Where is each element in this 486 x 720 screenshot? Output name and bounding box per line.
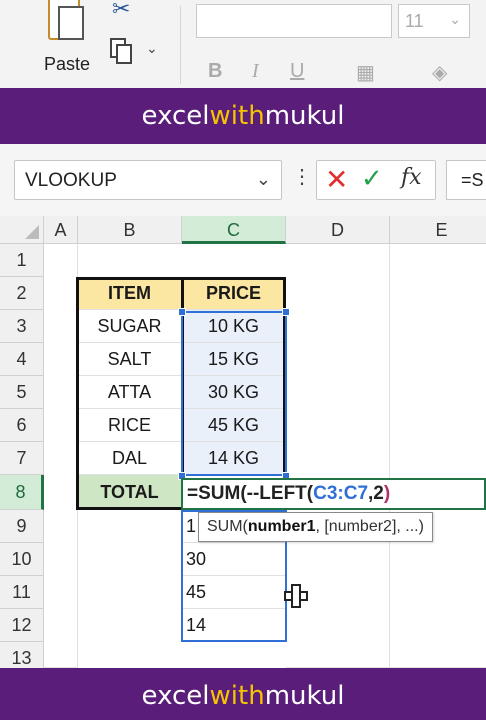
copy-icon[interactable] (110, 38, 136, 66)
cell-c10[interactable]: 30 (182, 543, 286, 576)
font-size-dropdown[interactable]: 11 ⌄ (398, 4, 470, 38)
formula-text: =S (461, 170, 484, 190)
row-header-6[interactable]: 6 (0, 409, 44, 442)
column-header-a[interactable]: A (44, 216, 78, 244)
cell-b3[interactable]: SUGAR (78, 310, 182, 343)
chevron-down-icon: ⌄ (449, 11, 461, 27)
row-header-11[interactable]: 11 (0, 576, 44, 609)
cell-c4[interactable]: 15 KG (182, 343, 286, 376)
ribbon-divider (180, 6, 181, 84)
cell-c5[interactable]: 30 KG (182, 376, 286, 409)
formula-bar: VLOOKUP ⌄ ⋮ ✕ ✓ fx =S (0, 144, 486, 216)
scissors-icon[interactable]: ✂ (112, 0, 134, 20)
clipboard-icon (48, 0, 84, 40)
cell-b5[interactable]: ATTA (78, 376, 182, 409)
brand-prefix: excel (141, 101, 210, 131)
italic-icon[interactable]: I (252, 60, 259, 83)
row-header-7[interactable]: 7 (0, 442, 44, 475)
cell-b6[interactable]: RICE (78, 409, 182, 442)
cell-cursor-icon (284, 584, 308, 608)
row-header-2[interactable]: 2 (0, 277, 44, 310)
cell-c12[interactable]: 14 (182, 609, 286, 642)
brand-suffix: mukul (264, 101, 345, 131)
worksheet-grid[interactable]: A B C D E 1 2 3 4 5 6 7 8 9 10 11 12 13 … (0, 216, 486, 668)
cell-b2[interactable]: ITEM (78, 277, 182, 310)
paste-label: Paste (44, 54, 91, 74)
borders-icon[interactable]: ▦ (356, 60, 375, 85)
cell-c3[interactable]: 10 KG (182, 310, 286, 343)
cell-c7[interactable]: 14 KG (182, 442, 286, 475)
cell-c2[interactable]: PRICE (182, 277, 286, 310)
row-header-9[interactable]: 9 (0, 510, 44, 543)
brand-highlight: with (209, 101, 265, 131)
select-all-button[interactable] (0, 216, 44, 244)
formula-close-paren: ) (383, 483, 391, 504)
brand-banner-top: excelwithmukul (0, 88, 486, 144)
enter-icon[interactable]: ✓ (361, 163, 383, 194)
paste-button[interactable]: Paste (38, 0, 98, 84)
column-header-e[interactable]: E (390, 216, 486, 244)
row-header-3[interactable]: 3 (0, 310, 44, 343)
cell-c11[interactable]: 45 (182, 576, 286, 609)
name-box[interactable]: VLOOKUP ⌄ (14, 160, 282, 200)
row-header-1[interactable]: 1 (0, 244, 44, 277)
cell-b8[interactable]: TOTAL (78, 475, 182, 510)
ribbon: Paste ✂ ⌄ 11 ⌄ B I U ▦ ◈ (0, 0, 486, 88)
formula-part-1: =SUM(--LEFT( (187, 483, 314, 504)
column-header-b[interactable]: B (78, 216, 182, 244)
brand-highlight: with (209, 681, 265, 711)
tooltip-rest: , [number2], ...) (315, 518, 424, 535)
formula-buttons: ✕ ✓ fx (316, 160, 436, 200)
underline-icon[interactable]: U (290, 60, 304, 83)
column-a-cells[interactable] (44, 244, 78, 668)
brand-prefix: excel (141, 681, 210, 711)
brand-banner-bottom: excelwithmukul (0, 668, 486, 720)
row-header-13[interactable]: 13 (0, 642, 44, 668)
chevron-down-icon[interactable]: ⌄ (256, 169, 271, 190)
font-name-dropdown[interactable] (196, 4, 392, 38)
cell-c6[interactable]: 45 KG (182, 409, 286, 442)
name-box-value: VLOOKUP (25, 170, 117, 191)
column-e-cells[interactable] (390, 244, 486, 668)
range-handle-top-left[interactable] (178, 308, 186, 316)
font-size-value: 11 (405, 11, 424, 31)
insert-function-icon[interactable]: fx (401, 165, 422, 190)
row-header-8[interactable]: 8 (0, 475, 44, 510)
row-header-4[interactable]: 4 (0, 343, 44, 376)
row-header-12[interactable]: 12 (0, 609, 44, 642)
tooltip-arg1: number1 (247, 518, 316, 535)
range-handle-top-right[interactable] (282, 308, 290, 316)
row-header-5[interactable]: 5 (0, 376, 44, 409)
fill-color-icon[interactable]: ◈ (432, 60, 447, 85)
cell-c8-editor[interactable]: =SUM(--LEFT(C3:C7,2) (181, 478, 486, 510)
function-tooltip[interactable]: SUM(number1, [number2], ...) (198, 512, 433, 542)
chevron-down-icon[interactable]: ⌄ (146, 40, 158, 57)
formula-input[interactable]: =S (446, 160, 486, 200)
column-header-d[interactable]: D (286, 216, 390, 244)
tooltip-function: SUM( (207, 518, 248, 535)
cell-b7[interactable]: DAL (78, 442, 182, 475)
formula-part-2: ,2 (368, 483, 384, 504)
row-header-10[interactable]: 10 (0, 543, 44, 576)
bold-icon[interactable]: B (208, 60, 222, 83)
formula-range-ref: C3:C7 (313, 483, 369, 504)
column-header-c[interactable]: C (182, 216, 286, 244)
cancel-icon[interactable]: ✕ (325, 163, 348, 196)
brand-suffix: mukul (264, 681, 345, 711)
cell-b4[interactable]: SALT (78, 343, 182, 376)
more-options-icon[interactable]: ⋮ (292, 164, 312, 189)
